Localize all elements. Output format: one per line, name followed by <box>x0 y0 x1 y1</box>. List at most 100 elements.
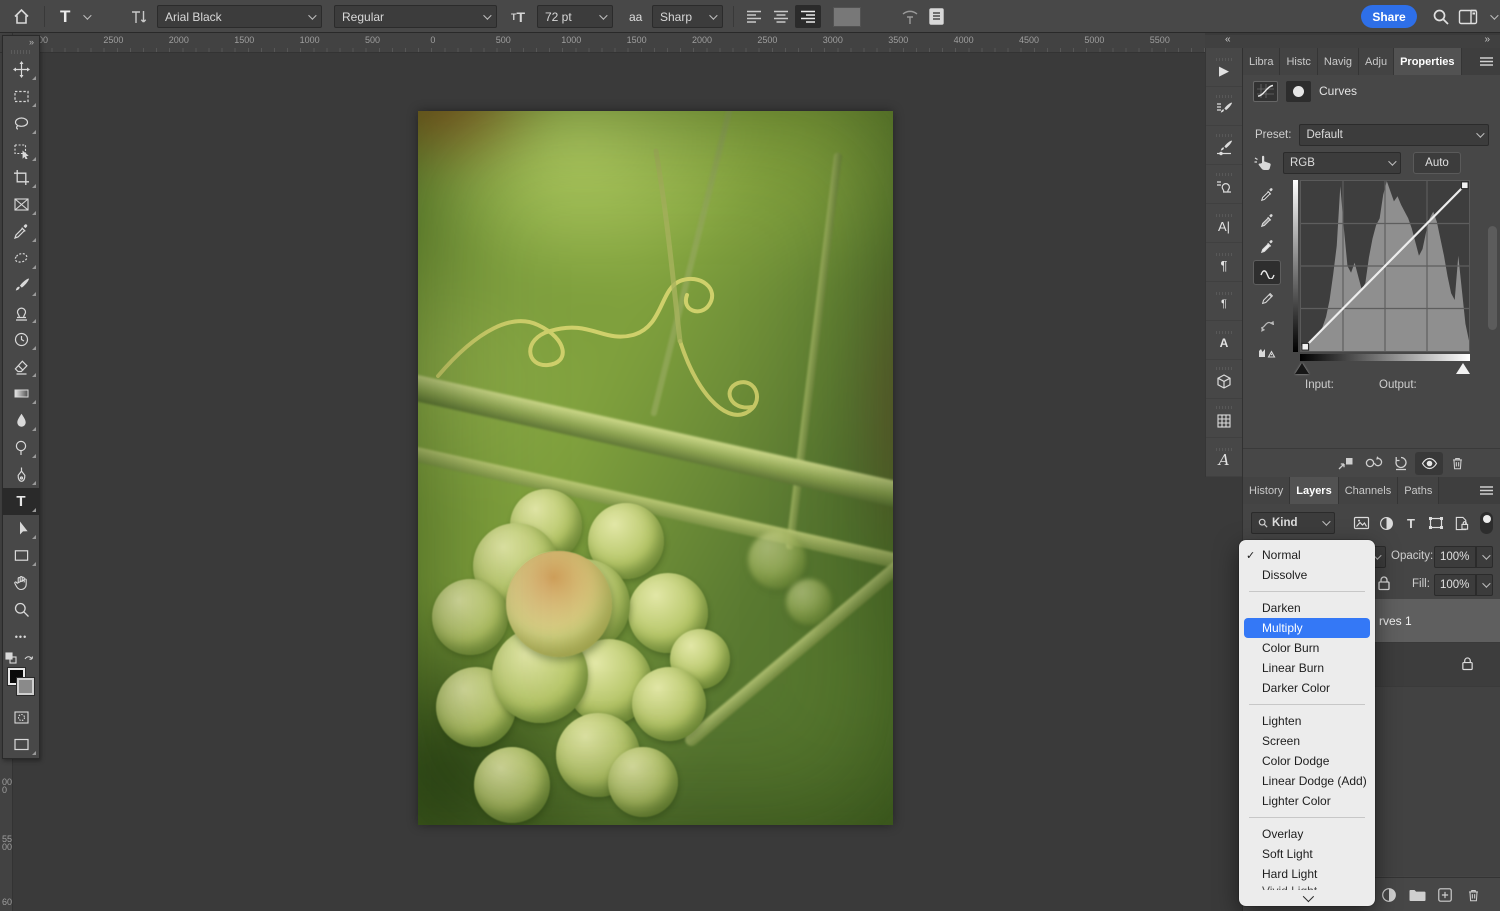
panel-paragraph[interactable]: ¶ <box>1206 243 1242 282</box>
curves-graph[interactable] <box>1300 180 1470 352</box>
color-swatches[interactable] <box>3 666 39 704</box>
tab-libraries[interactable]: Libra <box>1243 48 1280 75</box>
blend-mode-option-lighten[interactable]: Lighten <box>1239 711 1375 731</box>
tab-properties[interactable]: Properties <box>1394 48 1461 75</box>
new-layer-button[interactable] <box>1433 885 1457 905</box>
tab-adjustments[interactable]: Adju <box>1359 48 1394 75</box>
blend-mode-option-overlay[interactable]: Overlay <box>1239 824 1375 844</box>
tool-type[interactable]: T <box>3 488 39 515</box>
tool-path-selection[interactable] <box>3 515 39 542</box>
edit-points-button[interactable] <box>1253 260 1281 285</box>
tool-dodge[interactable] <box>3 434 39 461</box>
tool-frame[interactable] <box>3 191 39 218</box>
toggle-visibility-button[interactable] <box>1415 452 1443 475</box>
view-previous-state-button[interactable] <box>1359 452 1387 475</box>
tab-navigator[interactable]: Navig <box>1318 48 1359 75</box>
panel-menu-button[interactable] <box>1472 477 1500 504</box>
panel-actions[interactable]: ▶ <box>1206 48 1242 87</box>
new-group-button[interactable] <box>1405 885 1429 905</box>
blend-mode-option-color-dodge[interactable]: Color Dodge <box>1239 751 1375 771</box>
tool-clone-stamp[interactable] <box>3 299 39 326</box>
blend-mode-option-darker-color[interactable]: Darker Color <box>1239 678 1375 698</box>
tab-paths[interactable]: Paths <box>1398 477 1439 504</box>
gray-point-eyedropper[interactable] <box>1253 208 1281 233</box>
blend-mode-option-normal[interactable]: ✓Normal <box>1239 545 1375 565</box>
channel-select[interactable]: RGB <box>1283 152 1401 174</box>
align-center-button[interactable] <box>768 5 794 28</box>
fill-value[interactable]: 100% <box>1434 574 1476 596</box>
delete-layer-button[interactable] <box>1461 885 1485 905</box>
panel-character-styles[interactable]: A <box>1206 321 1242 360</box>
collapse-panels-right-icon[interactable]: » <box>1484 34 1490 45</box>
tab-history[interactable]: History <box>1243 477 1290 504</box>
tool-rectangular-marquee[interactable] <box>3 83 39 110</box>
panel-brush-settings[interactable] <box>1206 87 1242 126</box>
filter-kind-select[interactable]: Kind <box>1251 512 1335 534</box>
filter-smart-objects-button[interactable] <box>1449 512 1473 534</box>
filter-toggle-switch[interactable] <box>1480 512 1493 534</box>
layer-mask-button[interactable] <box>1286 81 1311 102</box>
collapse-panels-left-icon[interactable]: « <box>1225 34 1231 45</box>
tool-zoom[interactable] <box>3 596 39 623</box>
toolbox-ellipsis[interactable]: ••• <box>3 623 39 650</box>
filter-adjustment-layers-button[interactable] <box>1374 512 1398 534</box>
anti-alias-select[interactable]: Sharp <box>652 5 723 28</box>
align-right-button[interactable] <box>795 5 821 28</box>
quick-mask-button[interactable] <box>3 704 39 731</box>
blend-mode-option-linear-dodge-add-[interactable]: Linear Dodge (Add) <box>1239 771 1375 791</box>
blend-mode-option-hard-light[interactable]: Hard Light <box>1239 864 1375 884</box>
targeted-adjustment-icon[interactable] <box>1253 153 1275 173</box>
panel-paragraph-styles[interactable]: ¶ <box>1206 282 1242 321</box>
text-orientation-button[interactable] <box>128 0 148 33</box>
tool-object-selection[interactable] <box>3 137 39 164</box>
opacity-value[interactable]: 100% <box>1434 546 1476 568</box>
tool-crop[interactable] <box>3 164 39 191</box>
swap-colors-row[interactable] <box>3 650 39 666</box>
panel-3d[interactable] <box>1206 360 1242 399</box>
tool-brush[interactable] <box>3 272 39 299</box>
panel-clone-source[interactable] <box>1206 165 1242 204</box>
delete-adjustment-button[interactable] <box>1443 452 1471 475</box>
blend-mode-option-vivid-light[interactable]: Vivid Light <box>1239 884 1375 890</box>
curve-point-highlight[interactable] <box>1461 182 1468 189</box>
type-tool-preset[interactable]: T <box>60 0 89 33</box>
blend-mode-option-darken[interactable]: Darken <box>1239 598 1375 618</box>
font-family-select[interactable]: Arial Black <box>157 5 322 28</box>
properties-scrollbar[interactable] <box>1488 226 1497 330</box>
toggle-panels-button[interactable] <box>928 0 945 33</box>
filter-type-layers-button[interactable]: T <box>1399 512 1423 534</box>
curve-point-shadow[interactable] <box>1302 343 1309 350</box>
share-button[interactable]: Share <box>1361 5 1417 28</box>
fill-dropdown-button[interactable] <box>1476 574 1493 596</box>
align-left-button[interactable] <box>741 5 767 28</box>
tab-layers[interactable]: Layers <box>1290 477 1338 504</box>
reset-adjustment-button[interactable] <box>1387 452 1415 475</box>
background-color-swatch[interactable] <box>17 678 34 695</box>
toolbox-grip[interactable] <box>11 50 31 54</box>
blend-mode-option-screen[interactable]: Screen <box>1239 731 1375 751</box>
tool-spot-healing[interactable] <box>3 245 39 272</box>
tab-histogram[interactable]: Histc <box>1280 48 1317 75</box>
smooth-curve-button[interactable] <box>1253 312 1281 337</box>
tool-blur[interactable] <box>3 407 39 434</box>
workspace-switcher[interactable] <box>1458 0 1496 33</box>
tab-channels[interactable]: Channels <box>1339 477 1398 504</box>
draw-curve-pencil-button[interactable] <box>1253 286 1281 311</box>
font-size-select[interactable]: 72 pt <box>537 5 613 28</box>
panel-character[interactable]: A| <box>1206 204 1242 243</box>
tool-gradient[interactable] <box>3 380 39 407</box>
home-button[interactable] <box>12 0 31 33</box>
lock-all-button[interactable] <box>1377 575 1391 596</box>
blend-mode-option-linear-burn[interactable]: Linear Burn <box>1239 658 1375 678</box>
toolbox-expand-icon[interactable]: » <box>3 36 39 49</box>
new-adjustment-layer-button[interactable] <box>1377 885 1401 905</box>
panel-brushes[interactable] <box>1206 126 1242 165</box>
black-point-eyedropper[interactable] <box>1253 182 1281 207</box>
tool-history-brush[interactable] <box>3 326 39 353</box>
tool-lasso[interactable] <box>3 110 39 137</box>
white-point-eyedropper[interactable] <box>1253 234 1281 259</box>
filter-shape-layers-button[interactable] <box>1424 512 1448 534</box>
tool-move[interactable] <box>3 56 39 83</box>
tool-rectangle[interactable] <box>3 542 39 569</box>
black-point-slider[interactable] <box>1295 363 1309 374</box>
